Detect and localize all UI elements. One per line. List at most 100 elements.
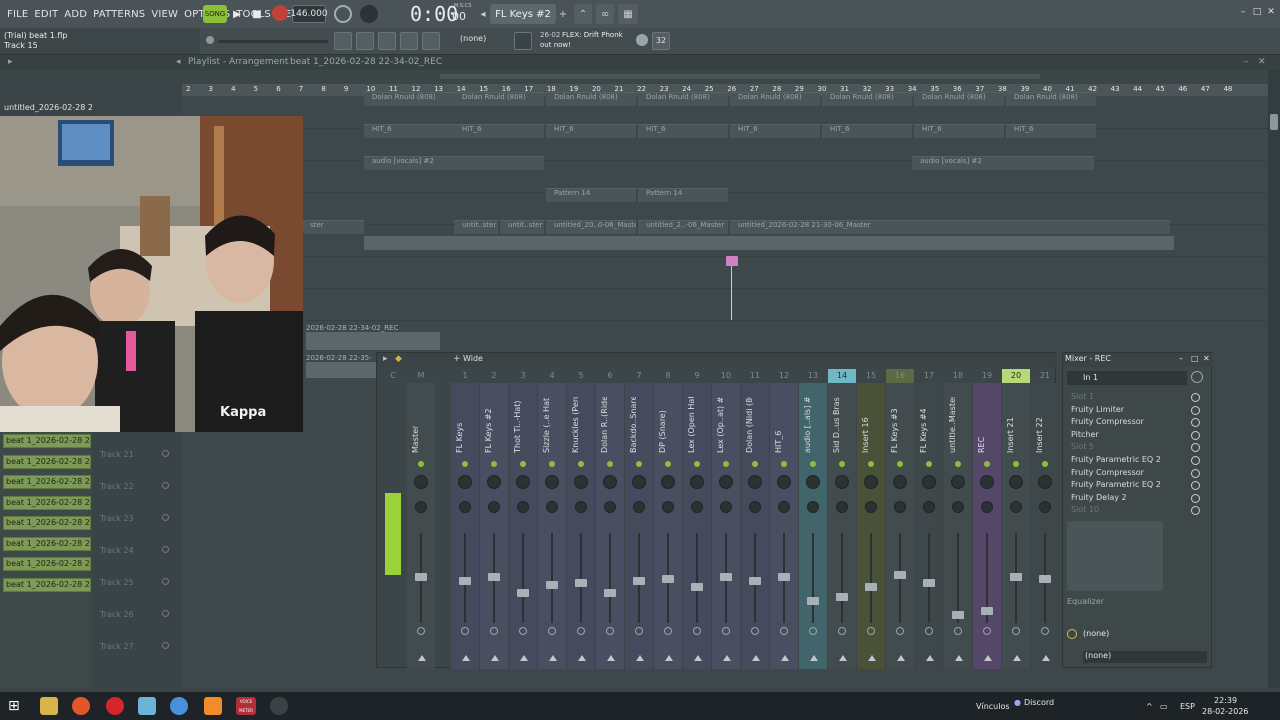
mixer-fader[interactable]: [1039, 575, 1051, 583]
pattern-add-icon[interactable]: +: [558, 5, 568, 23]
master-pitch-slider[interactable]: [218, 40, 328, 43]
fx-slot[interactable]: Fruity Parametric EQ 2: [1071, 454, 1191, 466]
playlist-clip[interactable]: untitled_2..-06_Master: [638, 220, 728, 234]
mixer-route-icon[interactable]: [417, 627, 425, 635]
links-toolbar[interactable]: Vínculos: [976, 702, 1010, 711]
browser-item[interactable]: beat 1_2026-02-28 22-3: [3, 495, 91, 510]
mixer-stereo-knob[interactable]: [459, 501, 471, 513]
stop-icon[interactable]: ■: [250, 5, 264, 23]
song-mode-button[interactable]: SONG: [203, 5, 227, 23]
mixer-strip-enable-icon[interactable]: [984, 461, 990, 467]
fx-slot[interactable]: Fruity Delay 2: [1071, 492, 1191, 504]
network-icon[interactable]: ▭: [1160, 702, 1168, 711]
mixer-fader[interactable]: [807, 597, 819, 605]
fx-input-gear-icon[interactable]: [1191, 371, 1203, 383]
mixer-route-icon[interactable]: [490, 627, 498, 635]
mixer-pan-knob[interactable]: [458, 475, 472, 489]
youtube-icon[interactable]: [106, 697, 124, 715]
mixer-pan-knob[interactable]: [980, 475, 994, 489]
mixer-route-icon[interactable]: [1041, 627, 1049, 635]
brave-browser-icon[interactable]: [72, 697, 90, 715]
mixer-send-arrow-icon[interactable]: [665, 655, 673, 661]
mixer-pan-knob[interactable]: [632, 475, 646, 489]
mixer-pan-knob[interactable]: [748, 475, 762, 489]
browser-item[interactable]: beat 1_2026-02-28 22-3: [3, 536, 91, 551]
mixer-strip[interactable]: DP (Snare): [654, 383, 682, 669]
pattern-prev-icon[interactable]: ◂: [478, 5, 488, 23]
mixer-route-icon[interactable]: [519, 627, 527, 635]
keyboard-icon[interactable]: ▦: [618, 4, 638, 24]
fx-output-2[interactable]: (none): [1083, 651, 1207, 663]
mixer-strip[interactable]: Lex (Op..at) #2: [712, 383, 740, 669]
menu-add[interactable]: ADD: [61, 9, 90, 20]
playlist-horizontal-scroll[interactable]: [440, 74, 1040, 79]
playlist-clip[interactable]: Dolan Rnuld (808): [638, 92, 728, 106]
playlist-clip[interactable]: audio [vocals] #2: [912, 156, 1094, 170]
playlist-icon[interactable]: [334, 32, 352, 50]
mixer-route-icon[interactable]: [722, 627, 730, 635]
mixer-strip-enable-icon[interactable]: [839, 461, 845, 467]
mixer-pan-knob[interactable]: [719, 475, 733, 489]
mixer-fader[interactable]: [546, 581, 558, 589]
mixer-strip-enable-icon[interactable]: [868, 461, 874, 467]
mixer-fader[interactable]: [633, 577, 645, 585]
mixer-send-arrow-icon[interactable]: [781, 655, 789, 661]
fx-slot[interactable]: Fruity Parametric EQ 2: [1071, 479, 1191, 491]
mixer-channel-number[interactable]: 21: [1031, 369, 1059, 383]
mixer-send-arrow-icon[interactable]: [897, 655, 905, 661]
mixer-strip-enable-icon[interactable]: [926, 461, 932, 467]
playlist-close-icon[interactable]: ✕: [1258, 57, 1266, 67]
playlist-breadcrumb[interactable]: beat 1_2026-02-28 22-34-02_REC: [290, 57, 442, 67]
playlist-nav-icon[interactable]: ◂: [176, 57, 181, 67]
browser-item[interactable]: beat 1_2026-02-28 22-3: [3, 577, 91, 592]
mixer-channel-number[interactable]: 3: [509, 369, 537, 383]
mixer-strip-enable-icon[interactable]: [752, 461, 758, 467]
menu-view[interactable]: VIEW: [148, 9, 181, 20]
fx-slot-mix-knob[interactable]: [1191, 481, 1200, 491]
mixer-channel-number[interactable]: 10: [712, 369, 740, 383]
rec-audio-clip-2[interactable]: [306, 362, 376, 378]
playlist-clip[interactable]: Dolan Rnuld (808): [1006, 92, 1096, 106]
fx-slot-mix-knob[interactable]: [1191, 430, 1200, 440]
fx-slot[interactable]: Pitcher: [1071, 429, 1191, 441]
playlist-clip[interactable]: HIT_6: [1006, 124, 1096, 138]
mixer-route-icon[interactable]: [606, 627, 614, 635]
track-mute-icon[interactable]: [162, 482, 169, 489]
mixer-strip-enable-icon[interactable]: [418, 461, 424, 467]
playlist-clip[interactable]: Dolan Rnuld (808): [454, 92, 544, 106]
tray-chevron-icon[interactable]: ^: [1146, 702, 1153, 711]
mixer-route-icon[interactable]: [896, 627, 904, 635]
mixer-channel-number[interactable]: 14: [828, 369, 856, 383]
time-display[interactable]: 0:00: [410, 2, 458, 26]
pattern-selector[interactable]: FL Keys #2: [490, 4, 556, 24]
mixer-strip-enable-icon[interactable]: [810, 461, 816, 467]
mixer-route-icon[interactable]: [954, 627, 962, 635]
mixer-stereo-knob[interactable]: [923, 501, 935, 513]
mixer-stereo-knob[interactable]: [575, 501, 587, 513]
browser-icon[interactable]: [422, 32, 440, 50]
mixer-strip-enable-icon[interactable]: [897, 461, 903, 467]
file-explorer-icon[interactable]: [40, 697, 58, 715]
mixer-pan-knob[interactable]: [777, 475, 791, 489]
fx-slot-mix-knob[interactable]: [1191, 418, 1200, 428]
obs-icon[interactable]: [270, 697, 288, 715]
mixer-strip-enable-icon[interactable]: [578, 461, 584, 467]
discord-icon[interactable]: ●: [1014, 698, 1021, 707]
mixer-add-icon[interactable]: +: [453, 354, 461, 364]
mixer-channel-number[interactable]: 19: [973, 369, 1001, 383]
mixer-pan-knob[interactable]: [1009, 475, 1023, 489]
mixer-strip[interactable]: FL Keys #3: [886, 383, 914, 669]
mixer-stereo-knob[interactable]: [807, 501, 819, 513]
mixer-strip[interactable]: REC: [973, 383, 1001, 669]
mixer-pan-knob[interactable]: [951, 475, 965, 489]
fx-output-1[interactable]: (none): [1083, 629, 1207, 641]
playlist-menu-icon[interactable]: ▸: [8, 57, 13, 67]
mixer-route-icon[interactable]: [925, 627, 933, 635]
fx-slot-mix-knob[interactable]: [1191, 468, 1200, 478]
mixer-route-icon[interactable]: [983, 627, 991, 635]
playlist-clip[interactable]: HIT_6: [914, 124, 1004, 138]
mixer-route-icon[interactable]: [780, 627, 788, 635]
menu-patterns[interactable]: PATTERNS: [90, 9, 148, 20]
playlist-minimize-icon[interactable]: –: [1244, 57, 1249, 67]
mixer-route-icon[interactable]: [693, 627, 701, 635]
